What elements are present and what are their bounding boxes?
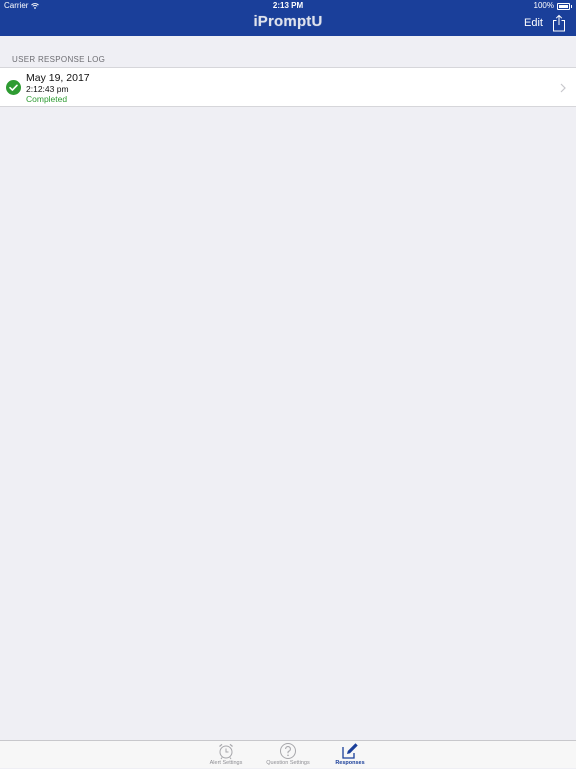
alarm-clock-icon — [219, 743, 233, 760]
battery-icon — [557, 2, 570, 10]
tab-label: Responses — [335, 760, 365, 766]
status-bar: Carrier 2:13 PM 100% — [0, 0, 576, 12]
tab-alert-settings[interactable]: Alert Settings — [196, 741, 256, 769]
tab-label: Alert Settings — [209, 760, 243, 766]
tab-responses[interactable]: Responses — [320, 741, 380, 769]
navigation-bar: iPromptU Edit — [0, 12, 576, 36]
status-time: 2:13 PM — [272, 1, 304, 10]
section-header: USER RESPONSE LOG — [12, 55, 106, 64]
chevron-right-icon — [560, 83, 566, 93]
checkmark-circle-icon — [6, 80, 21, 95]
list-item[interactable]: May 19, 2017 2:12:43 pm Completed — [0, 68, 576, 108]
tab-question-settings[interactable]: Question Settings — [258, 741, 318, 769]
response-status: Completed — [26, 94, 68, 104]
battery-percent: 100% — [533, 1, 554, 10]
pencil-square-icon — [342, 743, 358, 759]
edit-button[interactable]: Edit — [524, 17, 543, 29]
question-circle-icon — [280, 743, 296, 759]
tab-bar: Alert Settings Question Settings Respons… — [0, 740, 576, 768]
top-bar: Carrier 2:13 PM 100% iPromptU Edit — [0, 0, 576, 36]
app-logo: iPromptU — [253, 13, 323, 30]
battery-indicator: 100% — [534, 0, 572, 12]
response-log-list: May 19, 2017 2:12:43 pm Completed — [0, 67, 576, 107]
response-date: May 19, 2017 — [26, 72, 90, 84]
tab-label: Question Settings — [266, 760, 310, 766]
share-icon[interactable] — [552, 14, 566, 32]
response-time: 2:12:43 pm — [26, 84, 69, 94]
